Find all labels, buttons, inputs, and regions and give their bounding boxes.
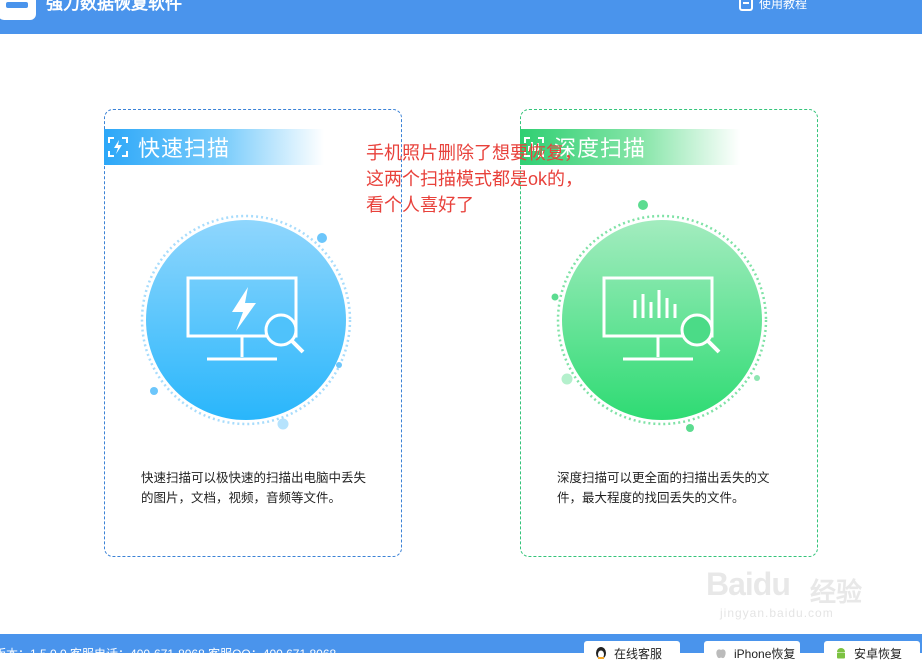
online-service-button[interactable]: 在线客服	[584, 641, 680, 665]
app-logo-icon	[0, 0, 36, 20]
annotation-line: 手机照片删除了想要恢复，	[366, 143, 582, 163]
annotation-text: 手机照片删除了想要恢复， 这两个扫描模式都是ok的， 看个人喜好了	[366, 140, 583, 218]
document-icon	[739, 0, 753, 11]
online-service-label: 在线客服	[614, 646, 663, 661]
watermark-text: 经验	[810, 577, 863, 607]
quick-scan-header-icon	[108, 137, 128, 157]
android-recovery-label: 安卓恢复	[854, 646, 903, 661]
annotation-line: 这两个扫描模式都是ok的，	[366, 169, 584, 189]
apple-icon	[716, 649, 726, 659]
iphone-recovery-button[interactable]: iPhone恢复	[704, 641, 800, 665]
bar-chart-icon	[633, 290, 677, 318]
quick-scan-card[interactable]: 快速扫描 快速扫描可以极快速的扫描出电脑中丢失的图片，文档，视频，音频等文件。	[104, 109, 402, 557]
tutorial-label: 使用教程	[759, 0, 808, 11]
monitor-lightning-icon	[186, 276, 298, 361]
android-icon	[837, 648, 845, 659]
app-title: 强力数据恢复软件	[46, 0, 182, 13]
magnifier-icon	[680, 313, 721, 354]
quick-scan-title: 快速扫描	[138, 136, 231, 161]
deep-scan-description: 深度扫描可以更全面的扫描出丢失的文件，最大程度的找回丢失的文件。	[557, 471, 770, 505]
lightning-icon	[232, 287, 256, 331]
iphone-recovery-label: iPhone恢复	[734, 646, 796, 661]
status-text: 版本：1.5.0.0 客服电话：400-671-8068 客服QQ：400 67…	[0, 647, 337, 661]
title-bar: 强力数据恢复软件 使用教程	[0, 0, 922, 34]
annotation-line: 看个人喜好了	[366, 195, 474, 215]
quick-scan-description: 快速扫描可以极快速的扫描出电脑中丢失的图片，文档，视频，音频等文件。	[141, 471, 367, 505]
tutorial-link[interactable]: 使用教程	[739, 0, 807, 12]
quick-scan-header: 快速扫描	[104, 129, 324, 165]
watermark: Baidu 经验 jingyan.baidu.com	[706, 566, 906, 622]
watermark-url: jingyan.baidu.com	[720, 606, 834, 620]
android-recovery-button[interactable]: 安卓恢复	[824, 641, 920, 665]
watermark-brand: Baidu	[706, 566, 791, 602]
monitor-chart-icon	[602, 276, 714, 361]
penguin-icon	[596, 647, 606, 659]
magnifier-icon	[264, 313, 305, 354]
